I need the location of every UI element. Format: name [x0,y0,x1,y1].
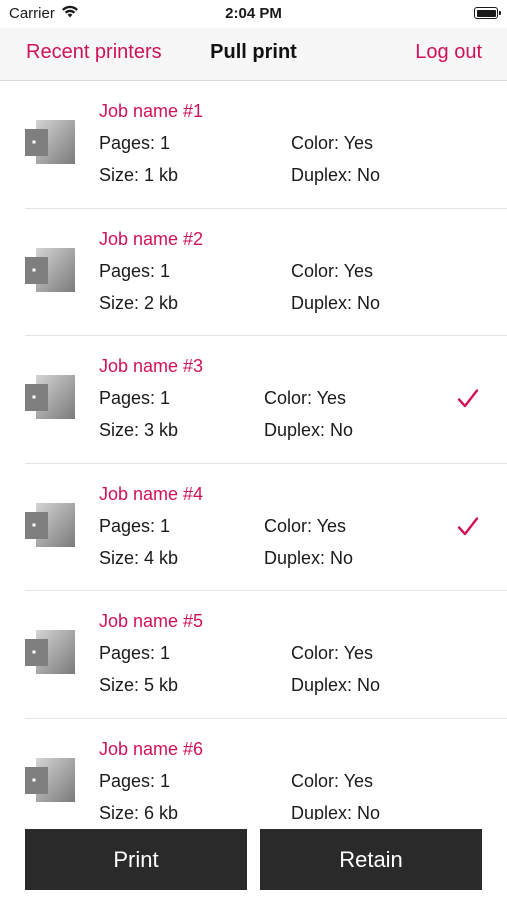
checkmark-icon [456,516,480,538]
job-name: Job name #1 [99,101,204,121]
job-size: Size: 6 kb [99,802,179,821]
job-color: Color: Yes [264,388,347,408]
job-size: Size: 5 kb [99,675,179,695]
job-pages: Pages: 1 [99,260,171,281]
job-list[interactable]: Job name #1 Pages: 1 Size: 1 kb Color: Yes D… [0,81,507,820]
app-screen: Carrier 2:04 PM Recent printers Pull pri… [0,0,507,900]
bottom-action-bar: Print Retain [0,820,507,900]
job-row[interactable]: Job name #6 Pages: 1 Size: 6 kb Color: Yes D… [0,719,507,821]
print-job-icon [24,118,76,166]
job-color: Color: Yes [291,643,374,663]
status-bar: Carrier 2:04 PM [0,0,507,28]
job-name: Job name #6 [99,738,204,759]
navigation-bar: Recent printers Pull print Log out [0,28,507,81]
log-out-button[interactable]: Log out [415,41,482,64]
print-job-icon [24,501,76,549]
job-name: Job name #5 [99,611,204,631]
print-job-icon [24,756,76,804]
job-row[interactable]: Job name #1 Pages: 1 Size: 1 kb Color: Yes D… [0,81,507,209]
job-color: Color: Yes [291,770,374,791]
job-duplex: Duplex: No [291,165,381,185]
job-size: Size: 4 kb [99,547,179,568]
job-duplex: Duplex: No [291,675,381,695]
status-time: 2:04 PM [225,5,282,22]
job-color: Color: Yes [291,133,374,153]
job-size: Size: 3 kb [99,420,179,440]
battery-icon [474,7,501,19]
job-row[interactable]: Job name #2 Pages: 1 Size: 2 kb Color: Yes D… [0,209,507,336]
job-pages: Pages: 1 [99,643,171,663]
print-job-icon [24,246,76,294]
checkmark-icon [456,388,480,410]
job-size: Size: 1 kb [99,165,179,185]
print-button[interactable]: Print [25,829,247,890]
retain-button[interactable]: Retain [260,829,482,890]
job-name: Job name #4 [99,483,204,504]
job-pages: Pages: 1 [99,770,171,791]
job-size: Size: 2 kb [99,292,179,313]
job-pages: Pages: 1 [99,515,171,536]
job-color: Color: Yes [291,260,374,281]
job-color: Color: Yes [264,515,347,536]
job-row[interactable]: Job name #4 Pages: 1 Size: 4 kb Color: Yes D… [0,464,507,591]
job-duplex: Duplex: No [264,547,354,568]
print-job-icon [24,373,76,421]
job-row[interactable]: Job name #3 Pages: 1 Size: 3 kb Color: Yes D… [0,336,507,464]
job-duplex: Duplex: No [291,292,381,313]
job-duplex: Duplex: No [264,420,354,440]
job-row[interactable]: Job name #5 Pages: 1 Size: 5 kb Color: Yes D… [0,591,507,719]
print-job-icon [24,628,76,676]
job-duplex: Duplex: No [291,802,381,821]
job-name: Job name #2 [99,228,204,249]
job-pages: Pages: 1 [99,388,171,408]
job-name: Job name #3 [99,356,204,376]
job-pages: Pages: 1 [99,133,171,153]
